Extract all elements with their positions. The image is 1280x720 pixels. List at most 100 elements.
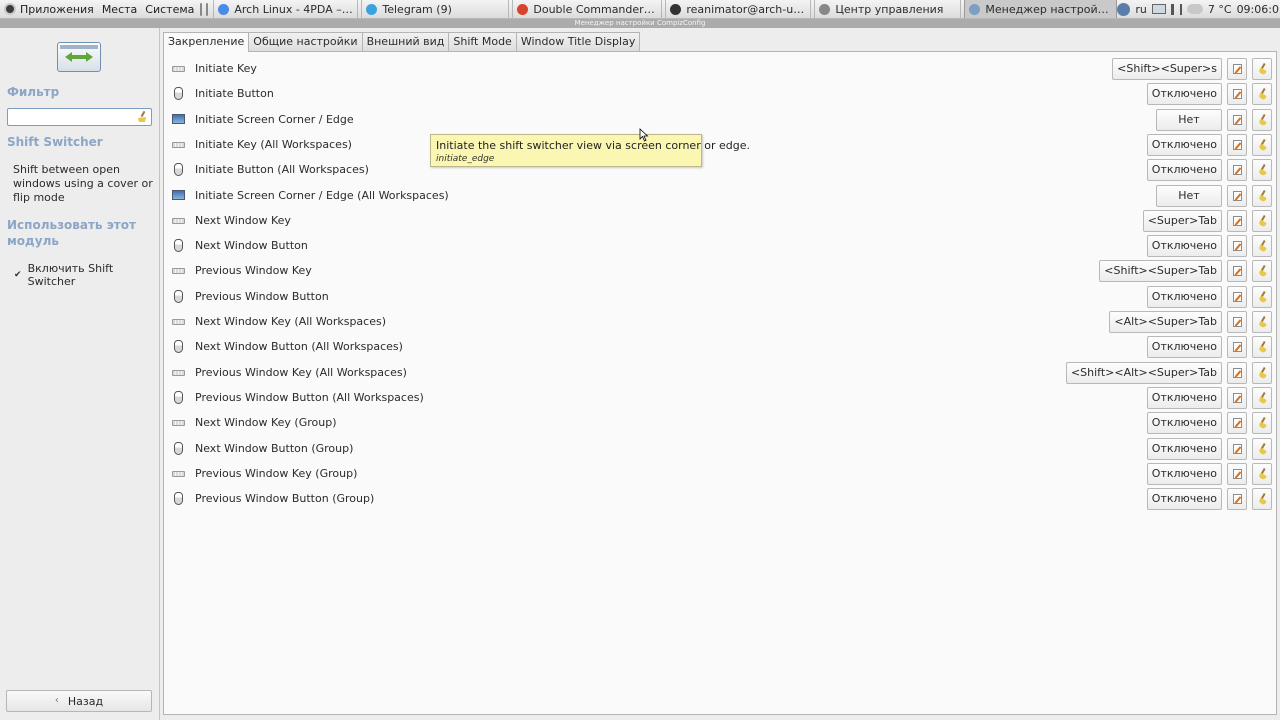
reset-binding-button[interactable]: [1252, 386, 1272, 409]
terminal-launcher-icon[interactable]: [206, 2, 209, 16]
reset-binding-button[interactable]: [1252, 260, 1272, 283]
edit-binding-button[interactable]: [1227, 260, 1247, 283]
edit-icon: [1233, 367, 1242, 378]
edit-binding-button[interactable]: [1227, 83, 1247, 106]
reset-binding-button[interactable]: [1252, 361, 1272, 384]
reset-binding-button[interactable]: [1252, 412, 1272, 435]
enable-plugin-row[interactable]: ✔ Включить Shift Switcher: [13, 262, 159, 288]
reset-binding-button[interactable]: [1252, 336, 1272, 359]
edit-binding-button[interactable]: [1227, 235, 1247, 258]
edit-icon: [1233, 190, 1242, 201]
binding-value-button[interactable]: Отключено: [1146, 336, 1222, 359]
tab-shift-mode[interactable]: Shift Mode: [448, 32, 517, 51]
network-icon[interactable]: [1151, 4, 1166, 14]
tab-window-title-display[interactable]: Window Title Display: [515, 32, 641, 51]
mouse-icon: [174, 492, 183, 506]
clock[interactable]: 09:06:01: [1237, 3, 1280, 16]
reset-binding-button[interactable]: [1252, 488, 1272, 511]
reset-broom-icon: [1259, 367, 1266, 379]
edit-icon: [1233, 114, 1242, 125]
clear-filter-icon[interactable]: [137, 111, 148, 123]
edit-binding-button[interactable]: [1227, 311, 1247, 333]
binding-row: Previous Window Button Отключено: [164, 284, 1276, 309]
binding-value-button[interactable]: Отключено: [1146, 437, 1222, 460]
edit-binding-button[interactable]: [1227, 209, 1247, 232]
binding-value-button[interactable]: Отключено: [1146, 462, 1222, 485]
reset-binding-button[interactable]: [1252, 462, 1272, 485]
binding-row: Initiate Key <Shift><Super>s: [164, 56, 1276, 81]
tab-general-settings[interactable]: Общие настройки: [248, 32, 363, 51]
edit-icon: [1233, 418, 1242, 429]
edit-binding-button[interactable]: [1227, 488, 1247, 511]
edit-binding-button[interactable]: [1227, 462, 1247, 485]
reset-binding-button[interactable]: [1252, 133, 1272, 156]
edit-binding-button[interactable]: [1227, 184, 1247, 207]
binding-value-button[interactable]: Отключено: [1146, 488, 1222, 511]
binding-value-button[interactable]: Отключено: [1146, 285, 1222, 308]
reset-binding-button[interactable]: [1252, 58, 1272, 80]
binding-value-button[interactable]: <Alt><Super>Tab: [1109, 311, 1222, 333]
binding-label: Previous Window Key (All Workspaces): [195, 365, 407, 379]
binding-value-button[interactable]: Отключено: [1146, 159, 1222, 182]
taskbar-button[interactable]: Arch Linux - 4PDA – Chr...: [213, 0, 359, 18]
weather-icon[interactable]: [1186, 4, 1203, 14]
taskbar-button[interactable]: Центр управления: [814, 0, 962, 18]
reset-binding-button[interactable]: [1252, 83, 1272, 106]
taskbar-button[interactable]: reanimator@arch-usb:~: [665, 0, 812, 18]
reset-binding-button[interactable]: [1252, 311, 1272, 333]
binding-value-button[interactable]: Отключено: [1146, 83, 1222, 106]
binding-value-button[interactable]: Отключено: [1146, 133, 1222, 156]
reset-binding-button[interactable]: [1252, 235, 1272, 258]
taskbar-button[interactable]: Менеджер настройки C...: [964, 0, 1118, 18]
edit-icon: [1233, 89, 1242, 100]
keyboard-layout[interactable]: ru: [1135, 3, 1147, 16]
reset-binding-button[interactable]: [1252, 159, 1272, 182]
system-menu[interactable]: Система: [141, 0, 198, 19]
reset-binding-button[interactable]: [1252, 437, 1272, 460]
edit-binding-button[interactable]: [1227, 285, 1247, 308]
system-tray: ru 7 °C 09:06:01: [1117, 2, 1280, 16]
taskbar-button[interactable]: Telegram (9): [361, 0, 510, 18]
places-menu[interactable]: Места: [98, 0, 141, 19]
back-button[interactable]: ‹ Назад: [6, 690, 152, 712]
enable-checkbox[interactable]: ✔: [13, 270, 23, 280]
sidebar: Фильтр Shift Switcher Shift between open…: [0, 28, 160, 720]
taskbar-button[interactable]: Double Commander 0.9....: [512, 0, 663, 18]
volume-icon[interactable]: [1170, 3, 1182, 15]
edit-binding-button[interactable]: [1227, 437, 1247, 460]
reset-broom-icon: [1259, 417, 1266, 429]
filter-input[interactable]: [11, 109, 131, 125]
network-globe-icon[interactable]: [1117, 2, 1131, 16]
edit-binding-button[interactable]: [1227, 108, 1247, 131]
edit-binding-button[interactable]: [1227, 361, 1247, 384]
binding-label: Next Window Key: [195, 213, 291, 227]
binding-value-button[interactable]: Нет: [1156, 108, 1222, 131]
binding-value-button[interactable]: <Super>Tab: [1142, 209, 1222, 232]
applications-menu[interactable]: Приложения: [0, 0, 98, 19]
reset-binding-button[interactable]: [1252, 184, 1272, 207]
reset-binding-button[interactable]: [1252, 285, 1272, 308]
reset-binding-button[interactable]: [1252, 108, 1272, 131]
files-launcher-icon[interactable]: [200, 2, 203, 16]
edit-binding-button[interactable]: [1227, 159, 1247, 182]
binding-value-button[interactable]: Отключено: [1146, 412, 1222, 435]
binding-value-button[interactable]: Отключено: [1146, 386, 1222, 409]
binding-value-button[interactable]: <Shift><Alt><Super>Tab: [1065, 361, 1222, 384]
edit-binding-button[interactable]: [1227, 336, 1247, 359]
tab-appearance[interactable]: Внешний вид: [361, 32, 450, 51]
binding-value-button[interactable]: <Shift><Super>s: [1112, 58, 1222, 80]
reset-broom-icon: [1259, 316, 1266, 328]
binding-value-button[interactable]: Нет: [1156, 184, 1222, 207]
binding-row: Previous Window Button (Group) Отключено: [164, 486, 1276, 511]
binding-value-button[interactable]: <Shift><Super>Tab: [1099, 260, 1222, 283]
edit-binding-button[interactable]: [1227, 386, 1247, 409]
edit-binding-button[interactable]: [1227, 133, 1247, 156]
temperature[interactable]: 7 °C: [1208, 3, 1232, 16]
reset-binding-button[interactable]: [1252, 209, 1272, 232]
binding-row: Initiate Button (All Workspaces) Отключен…: [164, 157, 1276, 182]
edit-binding-button[interactable]: [1227, 58, 1247, 80]
edit-binding-button[interactable]: [1227, 412, 1247, 435]
binding-label: Initiate Screen Corner / Edge (All Works…: [195, 188, 449, 202]
tab-bindings[interactable]: Закрепление: [163, 32, 250, 52]
binding-value-button[interactable]: Отключено: [1146, 235, 1222, 258]
